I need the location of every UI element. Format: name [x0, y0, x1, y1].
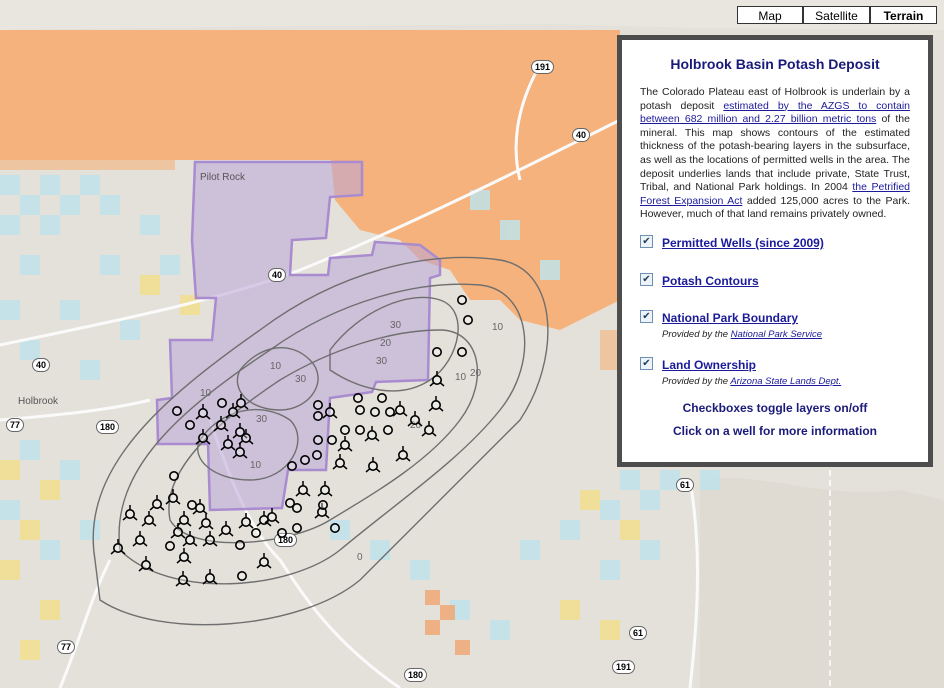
layer-label-potash-contours[interactable]: Potash Contours: [662, 274, 759, 288]
well-marker[interactable]: [286, 460, 297, 471]
well-marker[interactable]: [218, 521, 234, 537]
well-marker[interactable]: [428, 396, 444, 412]
map-type-terrain-button[interactable]: Terrain: [870, 6, 937, 24]
well-marker[interactable]: [317, 481, 333, 497]
well-marker[interactable]: [256, 553, 272, 569]
well-marker[interactable]: [132, 531, 148, 547]
well-marker[interactable]: [329, 522, 340, 533]
layer-label-permitted-wells[interactable]: Permitted Wells (since 2009): [662, 236, 824, 250]
well-marker[interactable]: [264, 508, 280, 524]
well-marker[interactable]: [392, 401, 408, 417]
well-marker[interactable]: [462, 314, 473, 325]
well-marker[interactable]: [187, 499, 198, 510]
well-marker[interactable]: [110, 539, 126, 555]
layer-label-land-ownership[interactable]: Land Ownership: [662, 358, 756, 372]
well-marker[interactable]: [317, 499, 328, 510]
well-marker[interactable]: [352, 392, 363, 403]
checkbox-land-ownership[interactable]: ✔: [640, 356, 653, 370]
well-marker[interactable]: [235, 539, 246, 550]
well-marker[interactable]: [238, 513, 254, 529]
well-marker[interactable]: [176, 511, 192, 527]
map-canvas[interactable]: 10 10 20 30 30 30 10 10 20 30 0 10 20 Pilot Rock Hol…: [0, 0, 944, 688]
well-marker[interactable]: [237, 570, 248, 581]
well-marker[interactable]: [326, 434, 337, 445]
well-marker[interactable]: [141, 511, 157, 527]
well-marker[interactable]: [311, 449, 322, 460]
well-marker[interactable]: [431, 346, 442, 357]
well-marker[interactable]: [332, 454, 348, 470]
well-marker[interactable]: [195, 429, 211, 445]
layer-label-national-park[interactable]: National Park Boundary: [662, 311, 798, 325]
provider-prefix: Provided by the: [662, 328, 731, 340]
well-marker[interactable]: [202, 531, 218, 547]
well-marker[interactable]: [169, 470, 180, 481]
well-marker[interactable]: [384, 406, 395, 417]
map-type-map-button[interactable]: Map: [737, 6, 803, 24]
well-marker[interactable]: [217, 397, 228, 408]
well-marker[interactable]: [165, 489, 181, 505]
note-click-well: Click on a well for more information: [672, 423, 878, 438]
well-marker[interactable]: [337, 436, 353, 452]
checkbox-permitted-wells[interactable]: ✔: [640, 234, 653, 248]
well-marker[interactable]: [138, 556, 154, 572]
well-marker[interactable]: [407, 411, 423, 427]
well-marker[interactable]: [299, 454, 310, 465]
provider-prefix: Provided by the: [662, 375, 731, 387]
well-marker[interactable]: [456, 346, 467, 357]
panel-title: Holbrook Basin Potash Deposit: [670, 56, 880, 72]
provider-land-ownership: Provided by the Arizona State Lands Dept…: [662, 376, 910, 387]
well-marker[interactable]: [364, 426, 380, 442]
well-marker[interactable]: [276, 527, 287, 538]
well-marker[interactable]: [291, 502, 302, 513]
well-marker[interactable]: [165, 540, 176, 551]
well-marker[interactable]: [312, 410, 323, 421]
well-marker[interactable]: [291, 522, 302, 533]
well-marker[interactable]: [251, 527, 262, 538]
well-marker[interactable]: [421, 421, 437, 437]
checkbox-national-park[interactable]: ✔: [640, 309, 653, 323]
well-marker[interactable]: [369, 406, 380, 417]
layer-permitted-wells[interactable]: ✔ Permitted Wells (since 2009): [640, 234, 910, 252]
note-toggle-layers: Checkboxes toggle layers on/off: [682, 400, 868, 415]
well-marker[interactable]: [176, 548, 192, 564]
well-marker[interactable]: [122, 505, 138, 521]
well-marker[interactable]: [339, 424, 350, 435]
checkbox-potash-contours[interactable]: ✔: [640, 272, 653, 286]
well-marker[interactable]: [213, 416, 229, 432]
well-marker[interactable]: [295, 481, 311, 497]
arizona-state-lands-link[interactable]: Arizona State Lands Dept.: [730, 376, 841, 387]
well-marker[interactable]: [175, 571, 191, 587]
layer-national-park-boundary[interactable]: ✔ National Park Boundary Provided by the…: [640, 309, 910, 340]
layer-potash-contours[interactable]: ✔ Potash Contours: [640, 272, 910, 290]
well-marker[interactable]: [354, 424, 365, 435]
well-marker[interactable]: [395, 446, 411, 462]
info-panel: Holbrook Basin Potash Deposit The Colora…: [617, 35, 933, 467]
well-marker[interactable]: [456, 294, 467, 305]
well-marker[interactable]: [376, 392, 387, 403]
well-marker[interactable]: [312, 434, 323, 445]
provider-national-park: Provided by the National Park Service: [662, 329, 910, 340]
well-marker[interactable]: [172, 405, 183, 416]
well-marker[interactable]: [233, 394, 249, 410]
well-marker[interactable]: [429, 371, 445, 387]
well-marker[interactable]: [149, 495, 165, 511]
well-marker[interactable]: [185, 419, 196, 430]
well-marker[interactable]: [382, 424, 393, 435]
layer-land-ownership[interactable]: ✔ Land Ownership Provided by the Arizona…: [640, 356, 910, 387]
well-marker[interactable]: [202, 569, 218, 585]
well-marker[interactable]: [195, 404, 211, 420]
well-marker[interactable]: [322, 403, 338, 419]
well-marker[interactable]: [182, 531, 198, 547]
well-marker[interactable]: [365, 457, 381, 473]
well-marker[interactable]: [354, 404, 365, 415]
national-park-service-link[interactable]: National Park Service: [731, 329, 822, 340]
well-marker[interactable]: [232, 443, 248, 459]
map-type-satellite-button[interactable]: Satellite: [803, 6, 870, 24]
panel-description: The Colorado Plateau east of Holbrook is…: [640, 86, 910, 222]
well-marker[interactable]: [198, 514, 214, 530]
well-marker[interactable]: [170, 523, 186, 539]
well-marker[interactable]: [312, 399, 323, 410]
